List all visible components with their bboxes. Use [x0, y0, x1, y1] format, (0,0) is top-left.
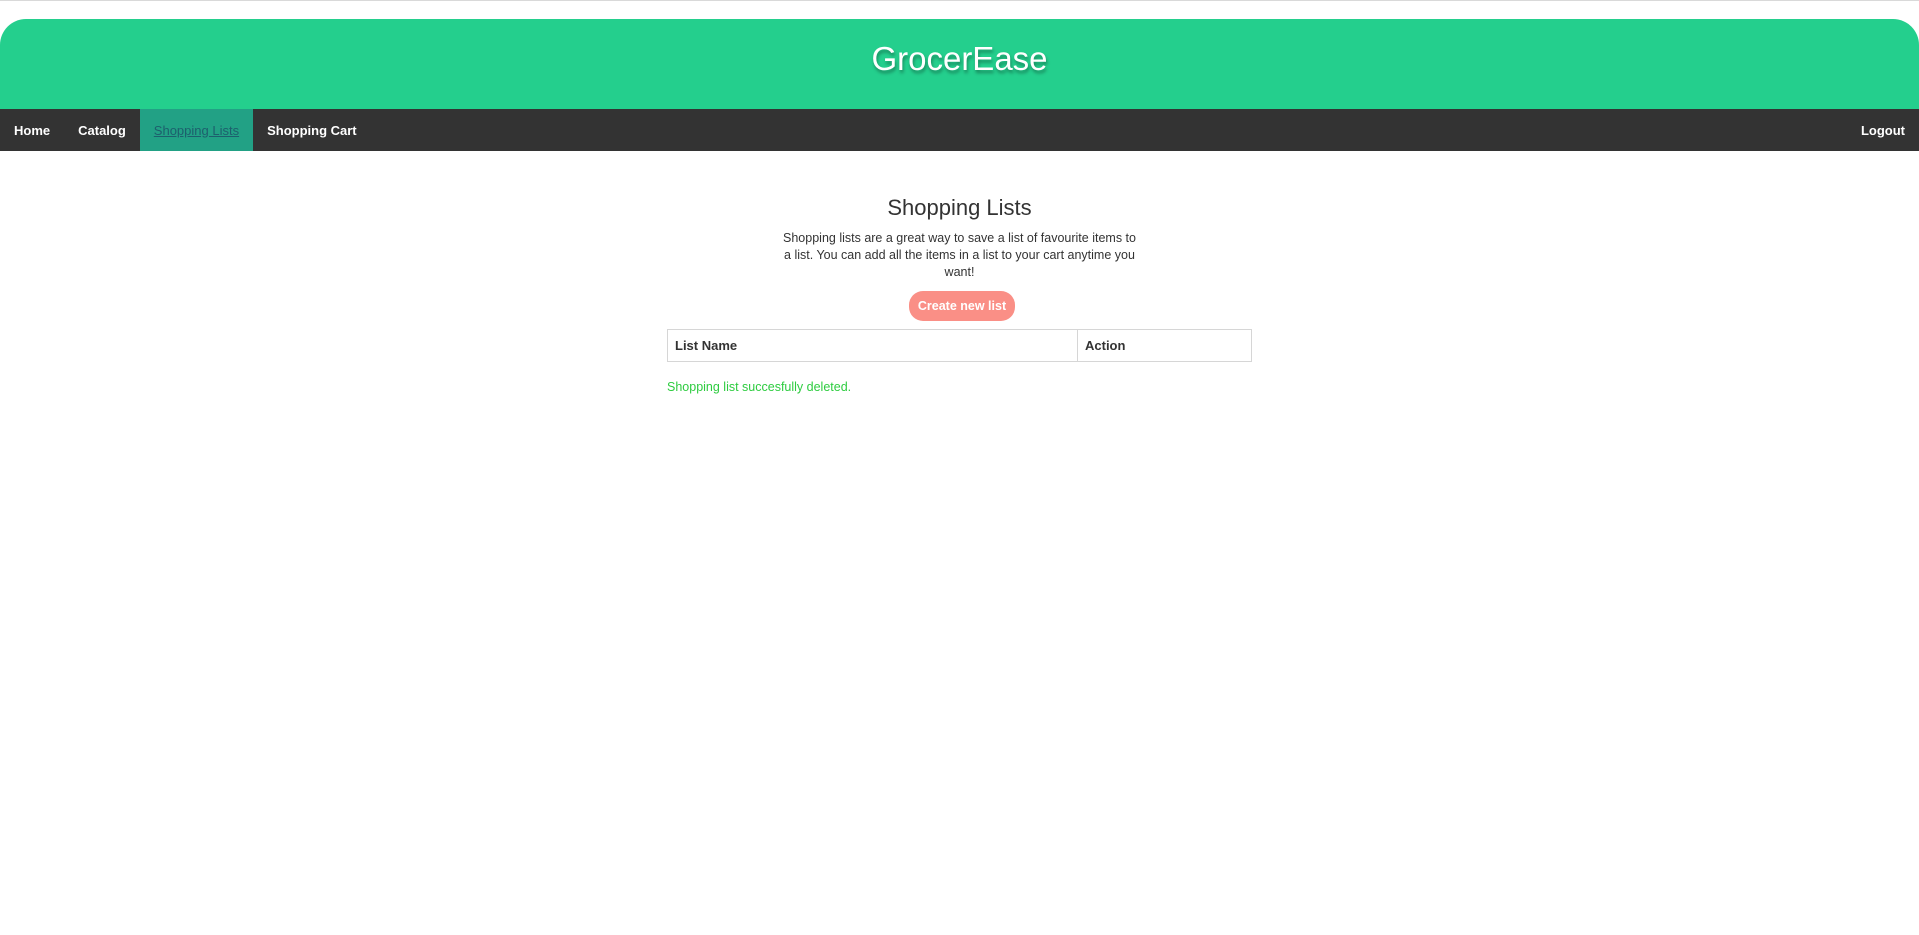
nav-item-shopping-lists[interactable]: Shopping Lists [139, 109, 254, 151]
site-header: GrocerEase [0, 19, 1919, 109]
column-header-action: Action [1077, 329, 1252, 362]
nav-item-catalog[interactable]: Catalog [64, 109, 140, 151]
shopping-lists-table: List Name Action [667, 329, 1252, 362]
status-message: Shopping list succesfully deleted. [667, 380, 852, 394]
create-new-list-button[interactable]: Create new list [908, 291, 1016, 321]
column-header-list-name: List Name [667, 329, 1078, 362]
top-border [0, 0, 1919, 1]
table-header-row: List Name Action [667, 329, 1252, 362]
nav-item-home[interactable]: Home [0, 109, 64, 151]
nav-item-shopping-cart[interactable]: Shopping Cart [253, 109, 371, 151]
main-navbar: Home Catalog Shopping Lists Shopping Car… [0, 109, 1919, 151]
main-content: Shopping Lists Shopping lists are a grea… [667, 151, 1252, 394]
page-intro: Shopping lists are a great way to save a… [783, 231, 1136, 279]
page-title: Shopping Lists [887, 195, 1032, 220]
logout-link[interactable]: Logout [1847, 109, 1919, 151]
site-brand: GrocerEase [871, 40, 1048, 77]
